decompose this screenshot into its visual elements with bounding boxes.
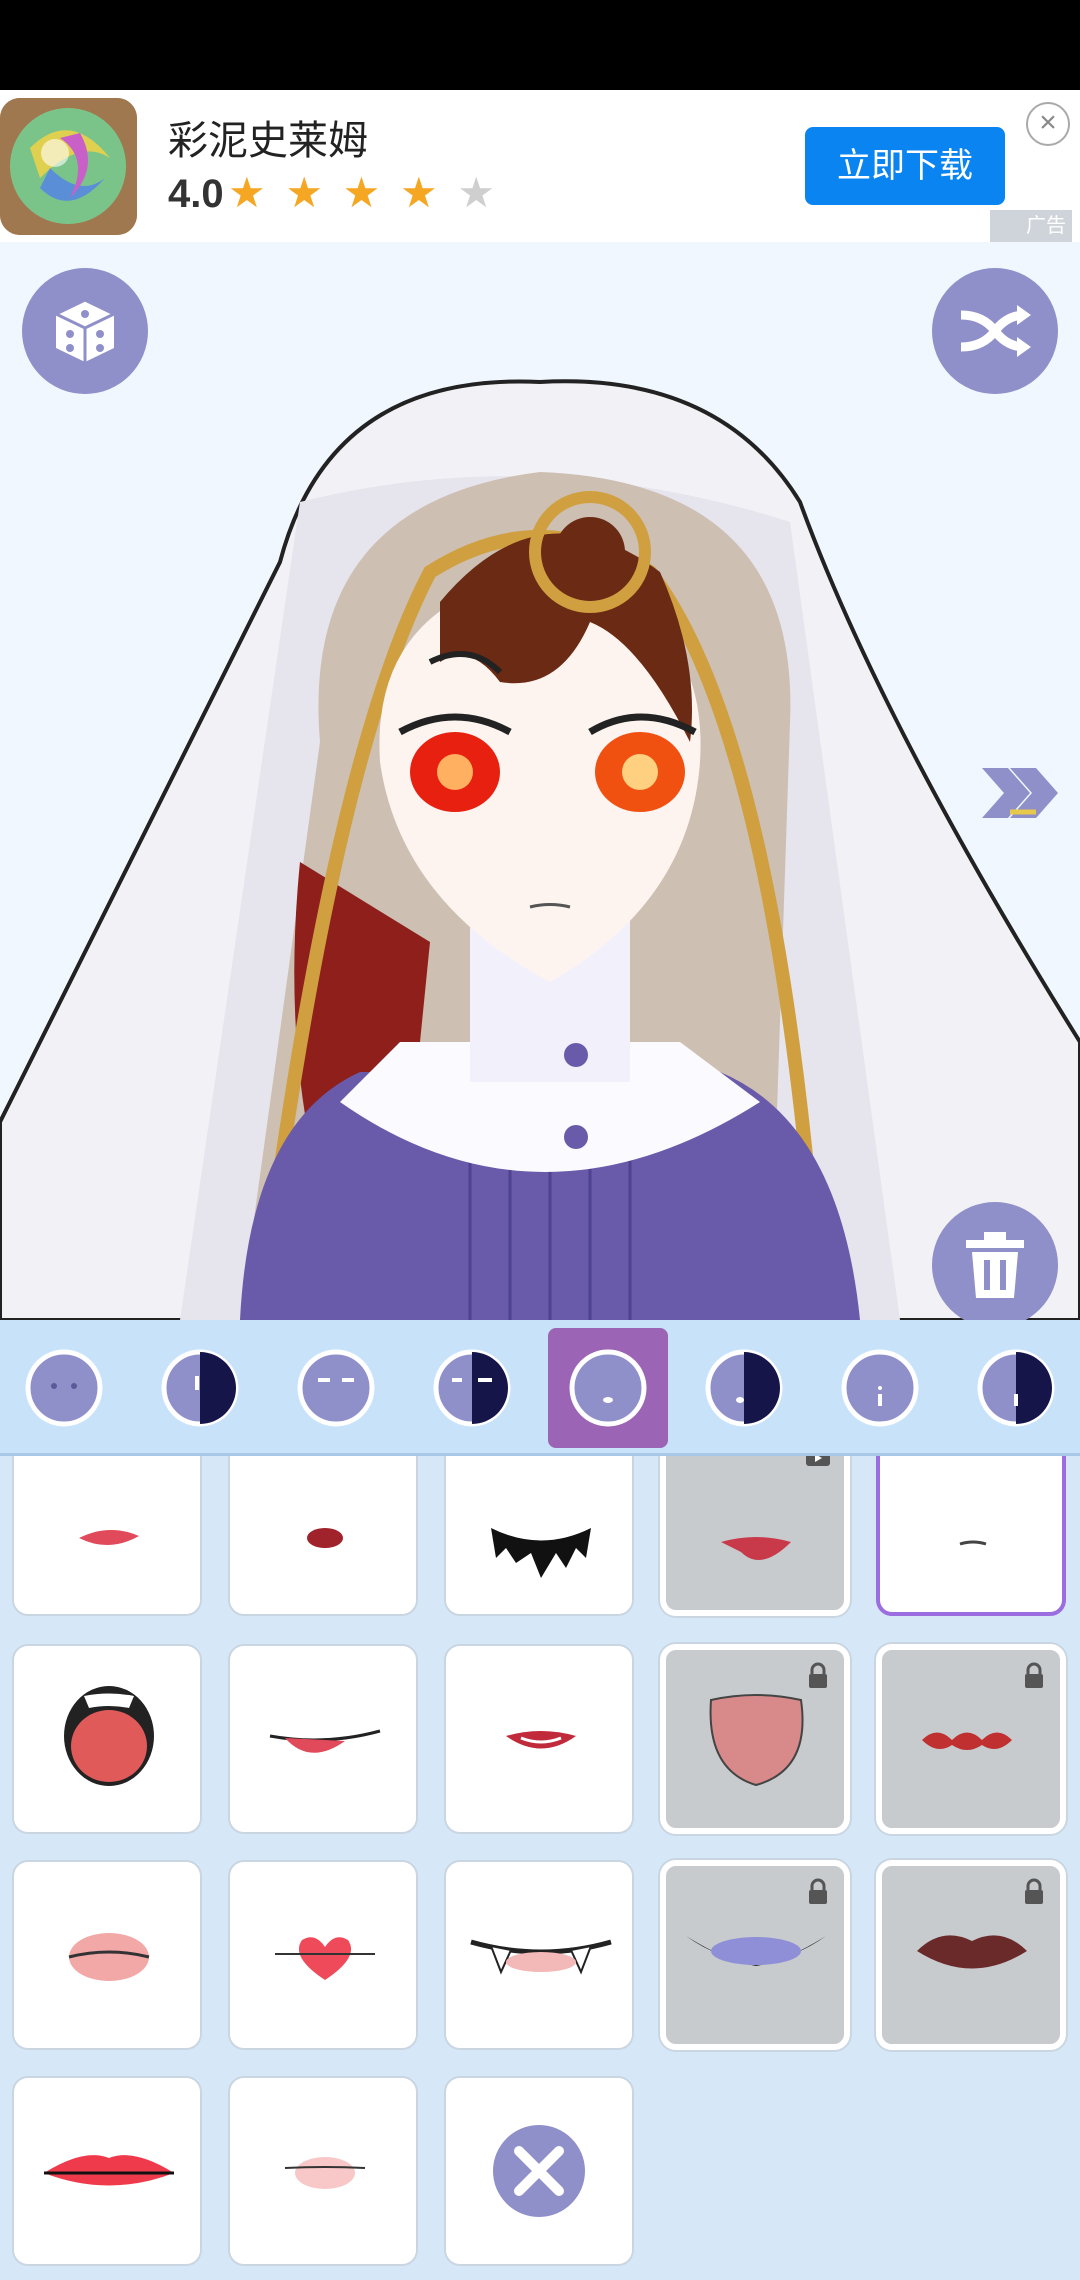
ad-stars: ★ ★ ★ ★ ★	[228, 168, 499, 217]
face-eyes-icon	[433, 1349, 511, 1427]
face-half-mouth-icon	[705, 1349, 783, 1427]
face-half-nose-icon	[977, 1349, 1055, 1427]
mouth-option[interactable]	[228, 1456, 418, 1616]
mouth-option[interactable]	[444, 1860, 634, 2050]
ad-banner[interactable]: 彩泥史莱姆 4.0 ★ ★ ★ ★ ★ 立即下载 × 广告	[0, 90, 1080, 242]
shuffle-button[interactable]	[932, 268, 1058, 394]
mouth-option-video[interactable]	[660, 1456, 850, 1616]
status-bar	[0, 0, 1080, 90]
mouth-option[interactable]	[444, 1644, 634, 1834]
next-button[interactable]	[978, 764, 1062, 822]
face-nose-icon	[841, 1349, 919, 1427]
close-icon	[493, 2125, 585, 2217]
character-illustration	[0, 379, 1080, 1320]
trash-icon	[966, 1232, 1024, 1298]
star-icon: ★	[285, 169, 327, 216]
tab-face-6[interactable]	[696, 1340, 792, 1436]
mouth-option[interactable]	[12, 2076, 202, 2266]
mouth-option-selected[interactable]	[876, 1456, 1066, 1616]
tab-face-8[interactable]	[968, 1340, 1064, 1436]
lock-icon	[809, 1878, 827, 1904]
mouth-option[interactable]	[12, 1860, 202, 2050]
face-half-dark-icon	[161, 1349, 239, 1427]
no-mouth-button[interactable]	[444, 2076, 634, 2266]
character-canvas	[0, 242, 1080, 1320]
tab-face-5[interactable]	[548, 1328, 668, 1448]
shuffle-icon	[960, 305, 1031, 357]
mouth-option-locked[interactable]	[876, 1644, 1066, 1834]
face-round-icon	[25, 1349, 103, 1427]
close-icon[interactable]: ×	[1026, 102, 1070, 146]
tab-face-4[interactable]	[424, 1340, 520, 1436]
download-button[interactable]: 立即下载	[805, 127, 1005, 205]
lock-icon	[1025, 1662, 1043, 1688]
face-eyebrows-icon	[297, 1349, 375, 1427]
face-mouth-icon	[569, 1349, 647, 1427]
mouth-option[interactable]	[228, 2076, 418, 2266]
mouth-option-locked[interactable]	[660, 1644, 850, 1834]
tab-face-1[interactable]	[16, 1340, 112, 1436]
lock-icon	[1025, 1878, 1043, 1904]
mouth-option-locked[interactable]	[876, 1860, 1066, 2050]
tab-face-3[interactable]	[288, 1340, 384, 1436]
mouth-option[interactable]	[444, 1456, 634, 1616]
tab-face-2[interactable]	[152, 1340, 248, 1436]
mouth-option[interactable]	[12, 1644, 202, 1834]
star-icon: ★	[228, 169, 270, 216]
double-chevron-right-icon	[982, 768, 1058, 818]
dice-icon	[52, 298, 118, 362]
video-icon	[806, 1456, 830, 1466]
delete-button[interactable]	[932, 1202, 1058, 1320]
star-icon: ★	[457, 169, 499, 216]
star-icon: ★	[342, 169, 385, 216]
mouth-option-locked[interactable]	[660, 1860, 850, 2050]
ad-rating: 4.0	[168, 172, 224, 216]
ad-app-icon[interactable]	[0, 98, 137, 235]
ad-app-name: 彩泥史莱姆	[168, 119, 368, 163]
mouth-options-grid	[0, 1456, 1080, 2280]
random-button[interactable]	[22, 268, 148, 394]
ad-badge: 广告	[990, 210, 1072, 242]
tab-face-7[interactable]	[832, 1340, 928, 1436]
lock-icon	[809, 1662, 827, 1688]
category-tab-strip	[0, 1320, 1080, 1456]
mouth-option[interactable]	[228, 1644, 418, 1834]
mouth-option[interactable]	[228, 1860, 418, 2050]
mouth-option[interactable]	[12, 1456, 202, 1616]
star-icon: ★	[399, 169, 442, 216]
